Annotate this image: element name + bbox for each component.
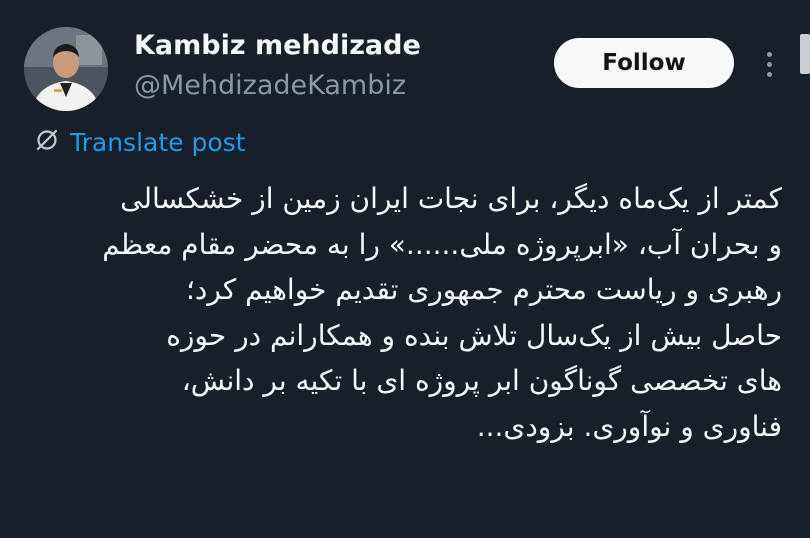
post-line: حاصل بیش از یک‌سال تلاش بنده و همکارانم … bbox=[166, 318, 782, 352]
post-line: و بحران آب، «ابرپروژه ملی......» را به م… bbox=[102, 227, 782, 261]
post-line: های تخصصی گوناگون ابر پروژه ای با تکیه ب… bbox=[181, 364, 782, 397]
translate-post-link[interactable]: Translate post bbox=[34, 125, 245, 159]
more-dot bbox=[766, 61, 772, 67]
post-line: فناوری و نوآوری. بزودی... bbox=[476, 409, 782, 443]
follow-button[interactable]: Follow bbox=[554, 38, 734, 88]
avatar[interactable] bbox=[24, 27, 108, 111]
post-line: رهبری و ریاست محترم جمهوری تقدیم خواهیم … bbox=[186, 273, 782, 306]
more-dot bbox=[766, 51, 772, 57]
post-text: کمتر از یک‌ماه دیگر، برای نجات ایران زمی… bbox=[22, 176, 782, 449]
scrollbar-thumb[interactable] bbox=[800, 34, 810, 74]
globe-translate-icon bbox=[34, 127, 60, 157]
translate-label: Translate post bbox=[70, 127, 246, 157]
more-dot bbox=[766, 71, 772, 77]
post-line: کمتر از یک‌ماه دیگر، برای نجات ایران زمی… bbox=[120, 182, 782, 215]
display-name[interactable]: Kambiz mehdizade bbox=[134, 30, 421, 61]
user-handle[interactable]: @MehdizadeKambiz bbox=[134, 70, 406, 101]
more-vertical-icon[interactable] bbox=[758, 44, 780, 84]
